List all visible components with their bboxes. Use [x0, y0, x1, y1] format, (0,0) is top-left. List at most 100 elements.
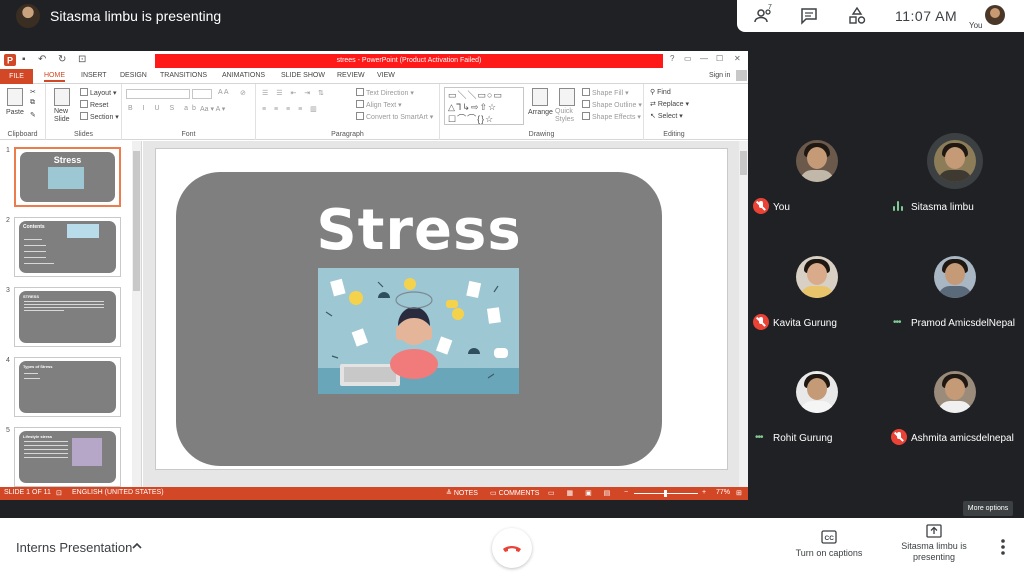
section-button[interactable]: Section ▾	[80, 112, 119, 121]
thumbnail-image	[72, 438, 102, 466]
shape-effects-button[interactable]: Shape Effects ▾	[582, 112, 641, 121]
paste-button[interactable]: Paste	[6, 109, 24, 116]
select-button[interactable]: ↖ Select ▾	[650, 112, 683, 120]
quick-styles-button[interactable]: Quick Styles	[555, 108, 579, 124]
close-button[interactable]: ✕	[734, 54, 741, 63]
participant-tile-you[interactable]: You	[749, 122, 886, 214]
align-text-button[interactable]: Align Text ▾	[356, 100, 402, 109]
redo-icon[interactable]: ↻	[58, 54, 66, 65]
participant-tile-rohit[interactable]: ••• Rohit Gurung	[749, 353, 886, 444]
ribbon-display-button[interactable]: ▭	[684, 54, 692, 63]
grow-font-icon[interactable]: A A	[218, 89, 229, 96]
font-name-box[interactable]	[126, 89, 190, 99]
meeting-details-button[interactable]: Interns Presentation	[16, 540, 132, 555]
format-painter-icon[interactable]: ✎	[30, 111, 36, 119]
layout-button[interactable]: Layout ▾	[80, 88, 117, 97]
zoom-slider-thumb[interactable]	[664, 490, 667, 497]
zoom-level[interactable]: 77%	[716, 489, 730, 496]
help-button[interactable]: ?	[670, 54, 674, 63]
font-style-icons[interactable]: B I U S ab	[128, 105, 200, 112]
tab-design[interactable]: DESIGN	[120, 72, 147, 79]
replace-button[interactable]: ⇄ Replace ▾	[650, 100, 689, 108]
font-size-box[interactable]	[192, 89, 212, 99]
start-from-beginning-icon[interactable]: ⊡	[78, 54, 86, 65]
slide-scrollbar[interactable]	[739, 141, 748, 487]
list-icons[interactable]: ☰ ☰ ⇤ ⇥ ⇅	[262, 89, 327, 97]
shape-fill-button[interactable]: Shape Fill ▾	[582, 88, 629, 97]
tab-file[interactable]: FILE	[0, 69, 33, 84]
tab-view[interactable]: VIEW	[377, 72, 395, 79]
new-slide-button[interactable]: New Slide	[54, 108, 78, 124]
tab-slide-show[interactable]: SLIDE SHOW	[281, 72, 325, 79]
more-options-icon[interactable]	[996, 536, 1010, 558]
participant-tile-pramod[interactable]: ••• Pramod AmicsdelNepal	[887, 238, 1024, 329]
presenting-button[interactable]: Sitasma limbu is presenting	[896, 524, 972, 572]
tab-review[interactable]: REVIEW	[337, 72, 365, 79]
participant-name: Rohit Gurung	[773, 433, 833, 444]
slide-title: Stress	[316, 198, 522, 263]
thumbnails-scrollbar[interactable]	[132, 141, 141, 487]
scrollbar-thumb[interactable]	[133, 151, 140, 291]
new-slide-icon[interactable]	[54, 88, 70, 106]
avatar-face	[807, 378, 827, 400]
chevron-up-icon[interactable]	[131, 540, 143, 552]
avatar	[934, 371, 976, 413]
thumbnail-slide-5[interactable]: Lifestyle stress	[14, 427, 121, 487]
paste-icon[interactable]	[7, 88, 23, 106]
arrange-button[interactable]: Arrange	[528, 109, 553, 116]
thumbnail-slide-3[interactable]: STRESS	[14, 287, 121, 347]
view-buttons[interactable]: ▭ ▦ ▣ ▤	[548, 489, 615, 497]
participant-tile-kavita[interactable]: Kavita Gurung	[749, 238, 886, 330]
save-icon[interactable]: ▪	[22, 54, 26, 65]
convert-smartart-button[interactable]: Convert to SmartArt ▾	[356, 112, 433, 121]
editing-group: ⚲ Find ⇄ Replace ▾ ↖ Select ▾ Editing	[644, 84, 704, 140]
tab-home[interactable]: HOME	[44, 72, 65, 82]
account-icon[interactable]	[736, 70, 747, 81]
scrollbar-thumb[interactable]	[740, 151, 747, 175]
thumb-line	[24, 263, 54, 264]
avatar-body	[800, 401, 834, 413]
meet-window: Sitasma limbu is presenting 7 11:07 AM Y…	[0, 0, 1024, 576]
thumb-line	[24, 239, 42, 240]
reset-button[interactable]: Reset	[80, 100, 108, 109]
tab-insert[interactable]: INSERT	[81, 72, 107, 79]
zoom-in-button[interactable]: +	[702, 489, 706, 496]
more-options-tooltip: More options	[963, 501, 1013, 516]
thumbnail-slide-4[interactable]: Types of Stress	[14, 357, 121, 417]
activities-button[interactable]	[847, 6, 869, 26]
undo-icon[interactable]: ↶	[38, 54, 46, 65]
font-color-icon[interactable]: Aa ▾ A ▾	[200, 105, 225, 113]
current-slide[interactable]: Stress	[155, 148, 728, 470]
text-direction-button[interactable]: Text Direction ▾	[356, 88, 414, 97]
thumbnail-slide-2[interactable]: Contents	[14, 217, 121, 277]
participant-tile-sitasma[interactable]: Sitasma limbu	[887, 122, 1024, 213]
align-icons[interactable]: ≡ ≡ ≡ ≡ ▥	[262, 105, 320, 113]
maximize-button[interactable]: ☐	[716, 54, 723, 63]
quick-styles-icon[interactable]	[559, 88, 575, 106]
zoom-out-button[interactable]: −	[624, 489, 628, 496]
notes-button[interactable]: ≜ NOTES	[446, 489, 478, 497]
arrange-icon[interactable]	[532, 88, 548, 106]
language-indicator[interactable]: ENGLISH (UNITED STATES)	[72, 489, 164, 496]
sign-in-link[interactable]: Sign in	[709, 72, 730, 79]
find-button[interactable]: ⚲ Find	[650, 88, 671, 96]
clear-format-icon[interactable]: ⊘	[240, 89, 246, 97]
copy-icon[interactable]: ⧉	[30, 99, 35, 107]
tab-transitions[interactable]: TRANSITIONS	[160, 72, 207, 79]
slides-group-label: Slides	[73, 131, 94, 138]
shapes-gallery[interactable]: ▭＼＼▭○▭ △ᒣ↳⇨⇧☆ ☐⌒⌒{}☆	[444, 87, 524, 125]
self-avatar[interactable]	[985, 5, 1005, 25]
comments-button[interactable]: ▭ COMMENTS	[490, 489, 539, 497]
tab-animations[interactable]: ANIMATIONS	[222, 72, 265, 79]
replace-icon: ⇄	[650, 101, 656, 108]
chat-button[interactable]	[799, 6, 821, 26]
spellcheck-icon[interactable]: ⊡	[56, 489, 62, 497]
shape-outline-button[interactable]: Shape Outline ▾	[582, 100, 642, 109]
participant-tile-ashmita[interactable]: Ashmita amicsdelnepal	[887, 353, 1024, 445]
leave-call-button[interactable]	[492, 528, 532, 568]
minimize-button[interactable]: —	[700, 54, 708, 63]
fit-slide-icon[interactable]: ⊞	[736, 489, 742, 497]
thumbnail-slide-1[interactable]: Stress	[14, 147, 121, 207]
captions-button[interactable]: CC Turn on captions	[788, 530, 870, 570]
cut-icon[interactable]: ✂	[30, 88, 36, 96]
